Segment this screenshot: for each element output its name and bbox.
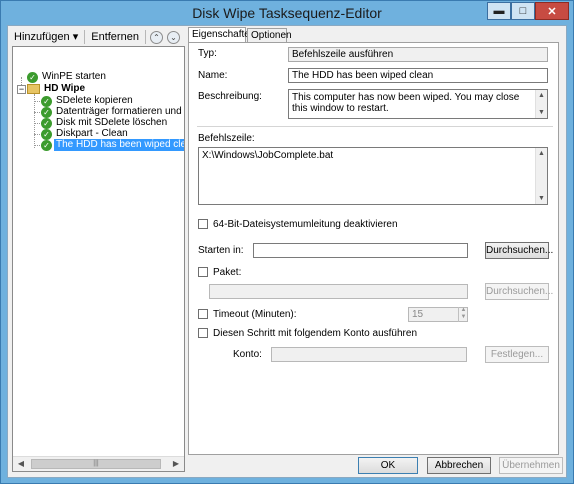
description-text: This computer has now been wiped. You ma… [292,92,520,114]
scroll-left-icon[interactable]: ◀ [13,457,29,471]
tree-horizontal-scrollbar[interactable]: ◀ ||| ▶ [13,456,184,471]
remove-button[interactable]: Entfernen [87,29,143,45]
name-field[interactable]: The HDD has been wiped clean [288,68,548,83]
properties-panel: Typ: Befehlszeile ausführen Name: The HD… [188,42,559,455]
tree-item-wiped-clean[interactable]: ✓ The HDD has been wiped clean [41,139,184,151]
timeout-label: Timeout (Minuten): [213,309,297,320]
scroll-right-icon[interactable]: ▶ [168,457,184,471]
tree-group-hd-wipe[interactable]: HD Wipe [27,83,87,95]
start-in-label: Starten in: [198,245,244,256]
account-field [271,347,467,362]
check-circle-icon: ✓ [27,71,38,83]
toolbar-separator [144,30,146,44]
minimize-button[interactable]: ▬ [487,2,511,20]
redirect-label: 64-Bit-Dateisystemumleitung deaktivieren [213,219,398,230]
browse-button[interactable]: Durchsuchen... [485,242,553,259]
tree-item-winpe[interactable]: ✓ WinPE starten [27,71,108,83]
scroll-up-icon[interactable]: ▲ [536,90,547,101]
main-window: Disk Wipe Tasksequenz-Editor ▬ □ ✕ Hinzu… [0,0,574,484]
package-browse-button: Durchsuchen... [485,283,553,300]
account-label: Konto: [233,349,262,360]
type-label: Typ: [198,48,217,59]
add-menu-button[interactable]: Hinzufügen ▾ [10,29,82,45]
move-up-icon[interactable]: ⌃ [149,30,163,44]
tree-item-label: HD Wipe [44,83,86,94]
divider [197,126,553,127]
check-circle-icon: ✓ [41,117,52,129]
tree-item-label: WinPE starten [42,71,106,82]
scroll-down-icon[interactable]: ▼ [536,107,547,118]
name-label: Name: [198,70,228,81]
collapse-toggle[interactable]: − [17,85,26,94]
move-down-icon[interactable]: ⌄ [166,30,180,44]
package-field [209,284,468,299]
stepper-arrows-icon: ▲ ▼ [458,307,468,322]
type-field: Befehlszeile ausführen [288,47,548,62]
description-scrollbar[interactable]: ▲ ▼ [535,90,547,118]
run-as-account-label: Diesen Schritt mit folgendem Konto ausfü… [213,328,417,339]
check-circle-icon: ✓ [41,106,52,118]
tree-line [34,94,35,148]
title-bar[interactable]: Disk Wipe Tasksequenz-Editor ▬ □ ✕ [1,1,573,25]
command-line-text: X:\Windows\JobComplete.bat [202,150,334,161]
description-field[interactable]: This computer has now been wiped. You ma… [288,89,548,119]
tree-toolbar: Hinzufügen ▾ Entfernen ⌃ ⌄ [10,28,185,46]
task-sequence-tree[interactable]: ✓ WinPE starten − HD Wipe ✓ SDelete kopi… [12,46,185,472]
timeout-value: 15 [412,309,424,320]
cancel-button[interactable]: Abbrechen [427,457,491,474]
package-checkbox[interactable] [198,267,208,277]
run-as-account-checkbox[interactable] [198,328,208,338]
scroll-down-icon[interactable]: ▼ [536,193,547,204]
command-line-scrollbar[interactable]: ▲ ▼ [535,148,547,204]
apply-button: Übernehmen [499,457,563,474]
timeout-checkbox[interactable] [198,309,208,319]
client-area: Hinzufügen ▾ Entfernen ⌃ ⌄ ✓ WinPE start… [7,25,567,478]
close-button[interactable]: ✕ [535,2,569,20]
check-circle-icon: ✓ [41,128,52,140]
tree-item-label: The HDD has been wiped clean [54,139,184,151]
scroll-up-icon[interactable]: ▲ [536,148,547,159]
folder-icon [27,84,40,94]
check-circle-icon: ✓ [41,95,52,107]
command-line-label: Befehlszeile: [198,133,255,144]
toolbar-separator [84,30,86,44]
redirect-checkbox[interactable] [198,219,208,229]
description-label: Beschreibung: [198,91,262,102]
ok-button[interactable]: OK [358,457,418,474]
maximize-button[interactable]: □ [511,2,535,20]
set-account-button: Festlegen... [485,346,549,363]
command-line-field[interactable]: X:\Windows\JobComplete.bat ▲ ▼ [198,147,548,205]
check-circle-icon: ✓ [41,139,52,151]
start-in-field[interactable] [253,243,468,258]
scroll-thumb[interactable]: ||| [31,459,161,469]
package-label: Paket: [213,267,242,278]
